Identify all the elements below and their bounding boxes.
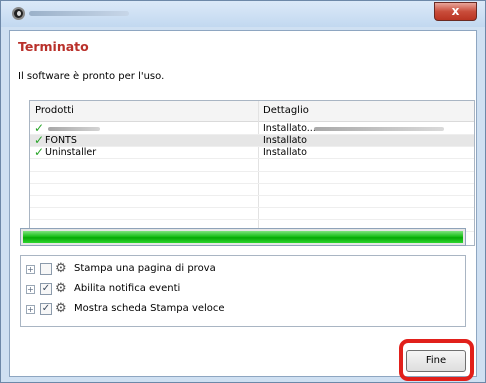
table-row[interactable]: ✓ FONTS Installato	[30, 133, 474, 147]
page-title: Terminato	[18, 39, 89, 54]
column-header-detail[interactable]: Dettaglio	[263, 105, 309, 116]
expand-icon[interactable]: +	[26, 265, 35, 274]
option-quick-print-tab[interactable]: + ✓ ⚙ Mostra scheda Stampa veloce	[21, 300, 461, 318]
row-detail: Installato	[263, 135, 307, 146]
row-name: Uninstaller	[45, 147, 97, 158]
close-button[interactable]: x	[434, 2, 477, 21]
row-separator	[30, 183, 474, 184]
table-row[interactable]: ✓ Uninstaller Installato	[30, 145, 474, 159]
page-subtitle: Il software è pronto per l'uso.	[18, 71, 165, 82]
table-row[interactable]: ✓ Installato...	[30, 121, 474, 135]
checkbox[interactable]: ✓	[40, 283, 52, 295]
highlight-annotation	[399, 339, 474, 381]
window-title-redacted	[29, 11, 129, 16]
progress-fill	[23, 231, 463, 243]
app-icon	[12, 7, 25, 20]
row-separator	[30, 207, 474, 208]
gear-icon: ⚙	[55, 301, 67, 316]
row-detail: Installato...	[263, 123, 316, 134]
gear-icon: ⚙	[55, 281, 67, 296]
column-header-products[interactable]: Prodotti	[35, 105, 74, 116]
row-name: FONTS	[45, 135, 77, 146]
checkbox[interactable]: ✓	[40, 303, 52, 315]
option-print-test-page[interactable]: + ⚙ Stampa una pagina di prova	[21, 260, 461, 278]
expand-icon[interactable]: +	[26, 285, 35, 294]
row-detail: Installato	[263, 147, 307, 158]
row-separator	[30, 219, 474, 220]
detail-redacted	[314, 127, 444, 131]
option-label: Abilita notifica eventi	[74, 283, 181, 294]
checkbox[interactable]	[40, 263, 52, 275]
option-label: Stampa una pagina di prova	[74, 263, 216, 274]
checkmark-icon: ✓	[34, 145, 45, 159]
expand-icon[interactable]: +	[26, 305, 35, 314]
table-header: Prodotti Dettaglio	[30, 101, 474, 122]
title-bar[interactable]: x	[1, 1, 485, 27]
row-separator	[30, 195, 474, 196]
products-table: Prodotti Dettaglio ✓ Installato... ✓ FON…	[29, 100, 475, 246]
installer-window: x Terminato Il software è pronto per l'u…	[0, 0, 486, 383]
product-name-redacted	[48, 127, 100, 131]
gear-icon: ⚙	[55, 261, 67, 276]
option-event-notification[interactable]: + ✓ ⚙ Abilita notifica eventi	[21, 280, 461, 298]
options-tree: + ⚙ Stampa una pagina di prova + ✓ ⚙ Abi…	[20, 255, 466, 327]
row-separator	[30, 171, 474, 172]
option-label: Mostra scheda Stampa veloce	[74, 303, 225, 314]
install-progress-bar	[20, 228, 466, 246]
